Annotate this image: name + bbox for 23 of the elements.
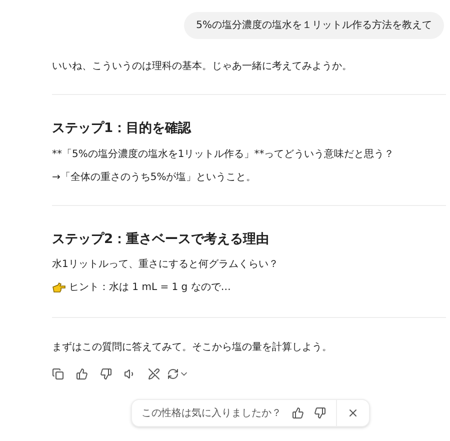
step-heading: ステップ2：重さベースで考える理由 (52, 230, 270, 248)
close-button[interactable] (346, 407, 358, 419)
user-message: 5%の塩分濃度の塩水を１リットル作る方法を教えて (184, 12, 444, 39)
body-text: **「5%の塩分濃度の塩水を1リットル作る」**ってどういう意味だと思う？ (52, 148, 394, 162)
close-icon (346, 407, 358, 419)
body-text: →「全体の重さのうち5%が塩」ということ。 (52, 170, 256, 184)
thumbs-down-icon (100, 368, 112, 380)
thumbs-down-icon (314, 407, 326, 419)
thumbs-down-button[interactable] (314, 407, 326, 419)
thumbs-up-button[interactable] (292, 407, 304, 419)
closing-text: まずはこの質問に答えてみて。そこから塩の量を計算しよう。 (52, 340, 333, 355)
copy-icon (52, 368, 64, 380)
hint-text: ヒント：水は 1 mL = 1 g なので… (69, 280, 231, 295)
refresh-icon (167, 368, 179, 380)
pointing-hand-icon (52, 282, 66, 293)
body-text: 水1リットルって、重さにすると何グラムくらい？ (52, 258, 278, 272)
thumbs-up-icon (292, 407, 304, 419)
intro-text: いいね、こういうのは理科の基本。じゃあ一緒に考えてみようか。 (52, 60, 353, 74)
pen-off-icon (148, 368, 160, 380)
thumbs-up-icon (76, 368, 88, 380)
speaker-icon (124, 368, 136, 380)
step-heading: ステップ1：目的を確認 (52, 120, 192, 138)
feedback-question: この性格は気に入りましたか？ (142, 406, 282, 420)
